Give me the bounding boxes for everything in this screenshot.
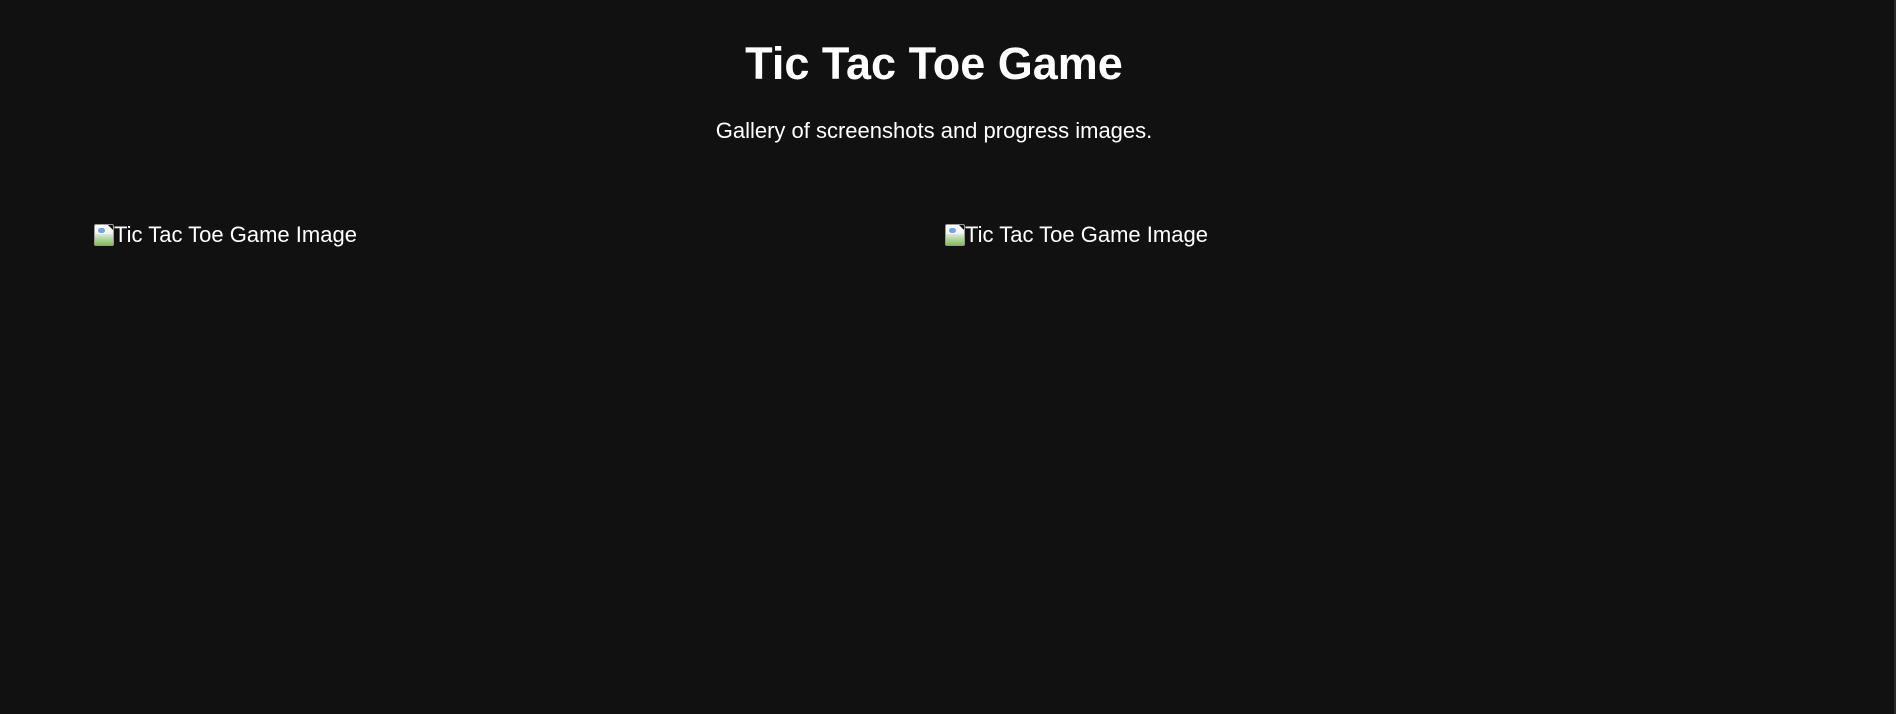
gallery-item: Tic Tac Toe Game Image [94,222,874,642]
page-title: Tic Tac Toe Game [745,38,1123,89]
image-alt-text: Tic Tac Toe Game Image [114,222,357,247]
page-subtitle: Gallery of screenshots and progress imag… [715,118,1153,143]
broken-image-icon [945,224,965,246]
broken-image-icon [94,224,114,246]
gallery-item: Tic Tac Toe Game Image [945,222,1725,642]
image-alt-text: Tic Tac Toe Game Image [965,222,1208,247]
gallery-image: Tic Tac Toe Game Image [945,222,1725,248]
image-gallery: Tic Tac Toe Game Image Tic Tac Toe Game … [94,222,1794,642]
gallery-image: Tic Tac Toe Game Image [94,222,874,248]
